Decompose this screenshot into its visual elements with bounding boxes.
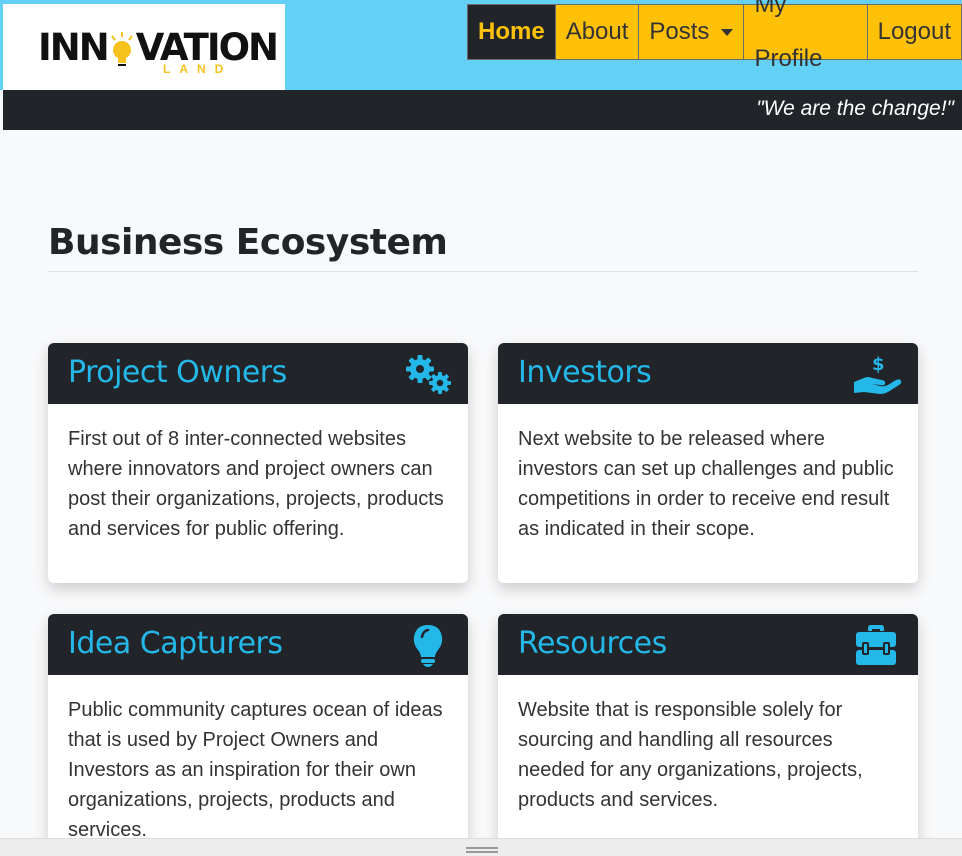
logo-subtext: LAND	[163, 62, 233, 76]
card-project-owners: Project Owners First out of 8 inter-conn…	[48, 343, 468, 583]
nav-about[interactable]: About	[555, 4, 640, 60]
tagline: "We are the change!"	[756, 97, 954, 120]
card-description: Next website to be released where invest…	[518, 428, 894, 540]
card-header: Investors $	[498, 343, 918, 404]
card-investors: Investors $ Next website to be released …	[498, 343, 918, 583]
toolbox-icon	[852, 623, 900, 667]
logo-bulb-icon	[109, 32, 135, 68]
tagline-bar: "We are the change!"	[3, 90, 962, 130]
card-description: Website that is responsible solely for s…	[518, 699, 863, 811]
logo[interactable]: INN VATION LAND	[38, 26, 279, 80]
card-header: Project Owners	[48, 343, 468, 404]
logo-container[interactable]: INN VATION LAND	[3, 4, 285, 90]
logo-text-start: INN	[38, 26, 110, 69]
card-idea-capturers: Idea Capturers Public community captures…	[48, 614, 468, 854]
gears-icon	[402, 352, 451, 396]
resize-bar[interactable]	[0, 838, 962, 856]
nav-my-profile[interactable]: My Profile	[744, 0, 868, 72]
card-resources: Resources Website that is responsible so…	[498, 614, 918, 854]
card-title: Project Owners	[68, 355, 287, 390]
card-description: First out of 8 inter-connected websites …	[68, 428, 444, 540]
nav-posts-label: Posts	[649, 18, 710, 45]
main-nav: Home About Posts My Profile Logout	[467, 0, 962, 72]
card-title: Idea Capturers	[68, 626, 283, 661]
nav-home-label: Home	[478, 18, 545, 45]
card-title: Resources	[518, 626, 667, 661]
hand-dollar-icon: $	[852, 352, 902, 396]
card-description: Public community captures ocean of ideas…	[68, 699, 443, 841]
svg-text:$: $	[872, 354, 885, 375]
nav-posts-dropdown[interactable]: Posts	[639, 4, 745, 60]
nav-logout-label: Logout	[877, 18, 951, 45]
nav-profile-label: My Profile	[754, 0, 823, 72]
card-title: Investors	[518, 355, 652, 390]
page-title: Business Ecosystem	[48, 222, 448, 263]
nav-logout[interactable]: Logout	[867, 4, 962, 60]
caret-down-icon	[721, 28, 734, 36]
nav-about-label: About	[565, 18, 629, 45]
lightbulb-icon	[402, 623, 450, 667]
title-divider	[48, 271, 918, 272]
card-header: Idea Capturers	[48, 614, 468, 675]
drag-handle-icon[interactable]	[466, 847, 498, 853]
nav-home[interactable]: Home	[467, 4, 556, 60]
card-header: Resources	[498, 614, 918, 675]
